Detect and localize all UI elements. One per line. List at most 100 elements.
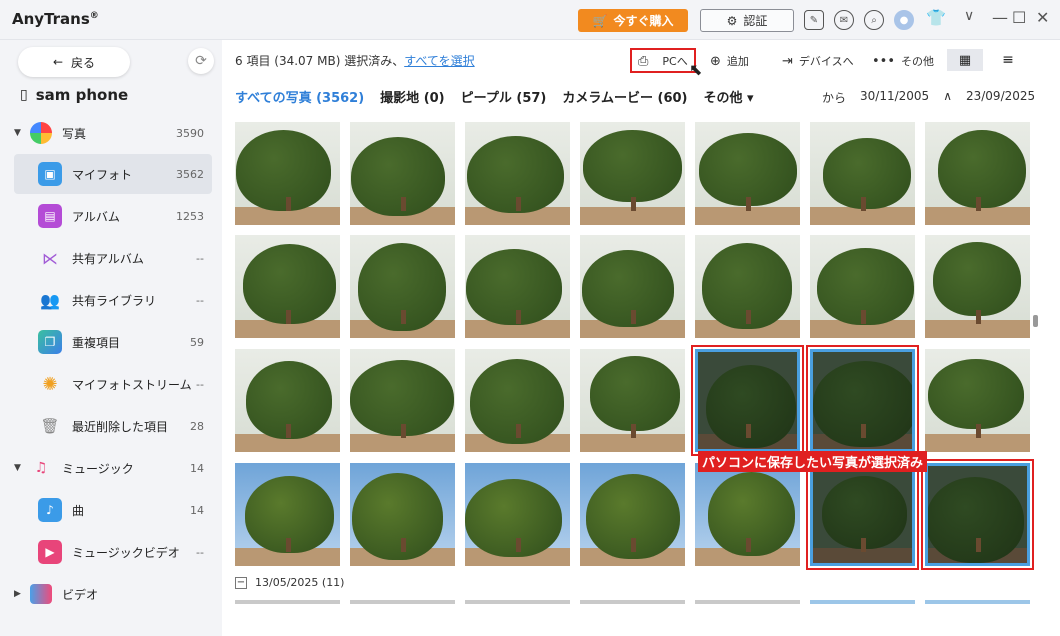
photo-thumbnail-partial[interactable] bbox=[925, 600, 1030, 604]
people-icon: 👥 bbox=[40, 290, 60, 310]
photo-thumbnail-partial[interactable] bbox=[580, 600, 685, 604]
photo-thumbnail[interactable] bbox=[695, 235, 800, 338]
search-icon[interactable]: ⌕ bbox=[864, 10, 884, 30]
photo-thumbnail[interactable] bbox=[465, 463, 570, 566]
nav-group-photos[interactable]: ▼ 写真 3590 bbox=[14, 118, 212, 148]
share-icon: ⋉ bbox=[42, 248, 58, 268]
photo-thumbnail-partial[interactable] bbox=[465, 600, 570, 604]
photo-thumbnail[interactable] bbox=[695, 122, 800, 225]
photo-thumbnail[interactable] bbox=[580, 122, 685, 225]
minimize-icon[interactable]: — bbox=[992, 8, 1008, 27]
photo-thumbnail-partial[interactable] bbox=[235, 600, 340, 604]
more-dots-icon: ••• bbox=[872, 53, 896, 69]
edit-icon[interactable]: ✎ bbox=[804, 10, 824, 30]
photo-thumbnail[interactable] bbox=[695, 463, 800, 566]
tab-all-photos[interactable]: すべての写真 (3562) bbox=[235, 87, 364, 106]
title-bar: AnyTrans® 🛒 今すぐ購入 ⚙ 認証 ✎ ✉ ⌕ ● 👕 ∨ — ☐ ✕ bbox=[0, 0, 1060, 40]
refresh-icon[interactable]: ⟳ bbox=[188, 48, 214, 74]
to-device-button[interactable]: ⇥ デバイスへ bbox=[782, 50, 854, 72]
photo-thumbnail[interactable] bbox=[235, 463, 340, 566]
photo-thumbnail[interactable] bbox=[925, 122, 1030, 225]
sidebar-item-photo-stream[interactable]: ✺ マイフォトストリーム -- bbox=[14, 364, 212, 404]
video-icon: ▶ bbox=[38, 540, 62, 564]
add-button[interactable]: ⊕ 追加 bbox=[710, 50, 749, 72]
photo-thumbnail[interactable] bbox=[235, 349, 340, 452]
photo-thumbnail[interactable] bbox=[465, 349, 570, 452]
photos-icon bbox=[30, 122, 52, 144]
photo-thumbnail-partial[interactable] bbox=[810, 600, 915, 604]
film-icon bbox=[30, 584, 52, 604]
to-device-icon: ⇥ bbox=[782, 53, 793, 69]
mouse-cursor-icon: ⬉ bbox=[689, 60, 703, 79]
cart-icon: 🛒 bbox=[592, 13, 608, 28]
mail-icon[interactable]: ✉ bbox=[834, 10, 854, 30]
sidebar-item-songs[interactable]: ♪ 曲 14 bbox=[14, 490, 212, 530]
sidebar-item-recently-deleted[interactable]: 🗑 最近削除した項目 28 bbox=[14, 406, 212, 446]
sidebar-item-shared-albums[interactable]: ⋉ 共有アルバム -- bbox=[14, 238, 212, 278]
tab-camera-movies[interactable]: カメラムービー (60) bbox=[562, 87, 687, 106]
caret-down-icon: ▼ bbox=[14, 128, 21, 138]
image-icon: ▣ bbox=[38, 162, 62, 186]
photo-thumbnail[interactable] bbox=[580, 349, 685, 452]
photo-thumbnail[interactable] bbox=[925, 349, 1030, 452]
more-button[interactable]: ••• その他 bbox=[872, 50, 934, 72]
photo-thumbnail[interactable] bbox=[465, 235, 570, 338]
scrollbar-thumb[interactable] bbox=[1033, 315, 1038, 327]
maximize-icon[interactable]: ☐ bbox=[1012, 8, 1026, 27]
sidebar-item-music-videos[interactable]: ▶ ミュージックビデオ -- bbox=[14, 532, 212, 572]
photo-thumbnail[interactable] bbox=[350, 122, 455, 225]
annotation-label: パソコンに保存したい写真が選択済み bbox=[698, 451, 928, 472]
album-icon: ▤ bbox=[38, 204, 62, 228]
close-icon[interactable]: ✕ bbox=[1036, 8, 1049, 27]
highlight-frame bbox=[630, 48, 696, 73]
photo-thumbnail-partial[interactable] bbox=[695, 600, 800, 604]
back-button[interactable]: ← 戻る bbox=[18, 47, 130, 77]
note-icon: ♪ bbox=[38, 498, 62, 522]
photo-thumbnail[interactable] bbox=[580, 463, 685, 566]
date-range[interactable]: から 30/11/2005 ∧ 23/09/2025 bbox=[822, 89, 1035, 106]
photo-thumbnail-partial[interactable] bbox=[350, 600, 455, 604]
sunflower-icon: ✺ bbox=[42, 373, 58, 395]
list-view-icon[interactable]: ≡ bbox=[993, 49, 1023, 71]
grid-view-icon[interactable]: ▦ bbox=[947, 49, 983, 71]
photo-thumbnail[interactable] bbox=[350, 235, 455, 338]
photo-thumbnail[interactable] bbox=[235, 122, 340, 225]
phone-icon: ▯ bbox=[20, 87, 28, 103]
music-note-icon: ♫ bbox=[34, 460, 48, 476]
photo-thumbnail[interactable] bbox=[350, 463, 455, 566]
app-title: AnyTrans® bbox=[12, 10, 99, 28]
section-date-row: − 13/05/2025 (11) bbox=[235, 576, 345, 589]
tab-places[interactable]: 撮影地 (0) bbox=[380, 87, 444, 106]
sidebar: ← 戻る ⟳ ▯ sam phone ▼ 写真 3590 ▣ マイフォト 356… bbox=[0, 40, 222, 636]
select-all-link[interactable]: すべてを選択 bbox=[404, 54, 474, 68]
nav-group-music[interactable]: ▼ ♫ ミュージック 14 bbox=[14, 453, 212, 483]
avatar-icon[interactable]: ● bbox=[894, 10, 914, 30]
sidebar-item-my-photos[interactable]: ▣ マイフォト 3562 bbox=[14, 154, 212, 194]
collapse-icon[interactable]: − bbox=[235, 576, 247, 589]
photo-thumbnail[interactable] bbox=[580, 235, 685, 338]
sidebar-item-shared-library[interactable]: 👥 共有ライブラリ -- bbox=[14, 280, 212, 320]
photo-thumbnail[interactable] bbox=[235, 235, 340, 338]
tab-people[interactable]: ピープル (57) bbox=[461, 87, 547, 106]
photo-thumbnail[interactable] bbox=[465, 122, 570, 225]
device-name: ▯ sam phone bbox=[20, 86, 129, 104]
photo-thumbnail[interactable] bbox=[810, 235, 915, 338]
chevron-down-icon[interactable]: ∨ bbox=[964, 8, 974, 24]
caret-right-icon: ▶ bbox=[14, 589, 21, 599]
sidebar-item-albums[interactable]: ▤ アルバム 1253 bbox=[14, 196, 212, 236]
photo-thumbnail[interactable] bbox=[925, 235, 1030, 338]
sidebar-item-duplicates[interactable]: ❐ 重複項目 59 bbox=[14, 322, 212, 362]
annotation-frame bbox=[806, 345, 919, 456]
nav-group-video[interactable]: ▶ ビデオ bbox=[14, 579, 212, 609]
annotation-frame bbox=[691, 345, 804, 456]
tab-other[interactable]: その他 ▾ bbox=[704, 87, 754, 106]
photo-thumbnail[interactable] bbox=[350, 349, 455, 452]
buy-now-button[interactable]: 🛒 今すぐ購入 bbox=[578, 9, 688, 32]
selection-info: 6 項目 (34.07 MB) 選択済み、すべてを選択 bbox=[235, 54, 475, 68]
main-panel: 6 項目 (34.07 MB) 選択済み、すべてを選択 ⎙ PCへ ⬉ ⊕ 追加… bbox=[222, 40, 1060, 636]
photo-thumbnail[interactable] bbox=[810, 122, 915, 225]
photo-grid bbox=[235, 122, 1035, 602]
auth-button[interactable]: ⚙ 認証 bbox=[700, 9, 794, 32]
tshirt-icon[interactable]: 👕 bbox=[926, 8, 946, 27]
caret-down-icon: ▼ bbox=[14, 463, 21, 473]
